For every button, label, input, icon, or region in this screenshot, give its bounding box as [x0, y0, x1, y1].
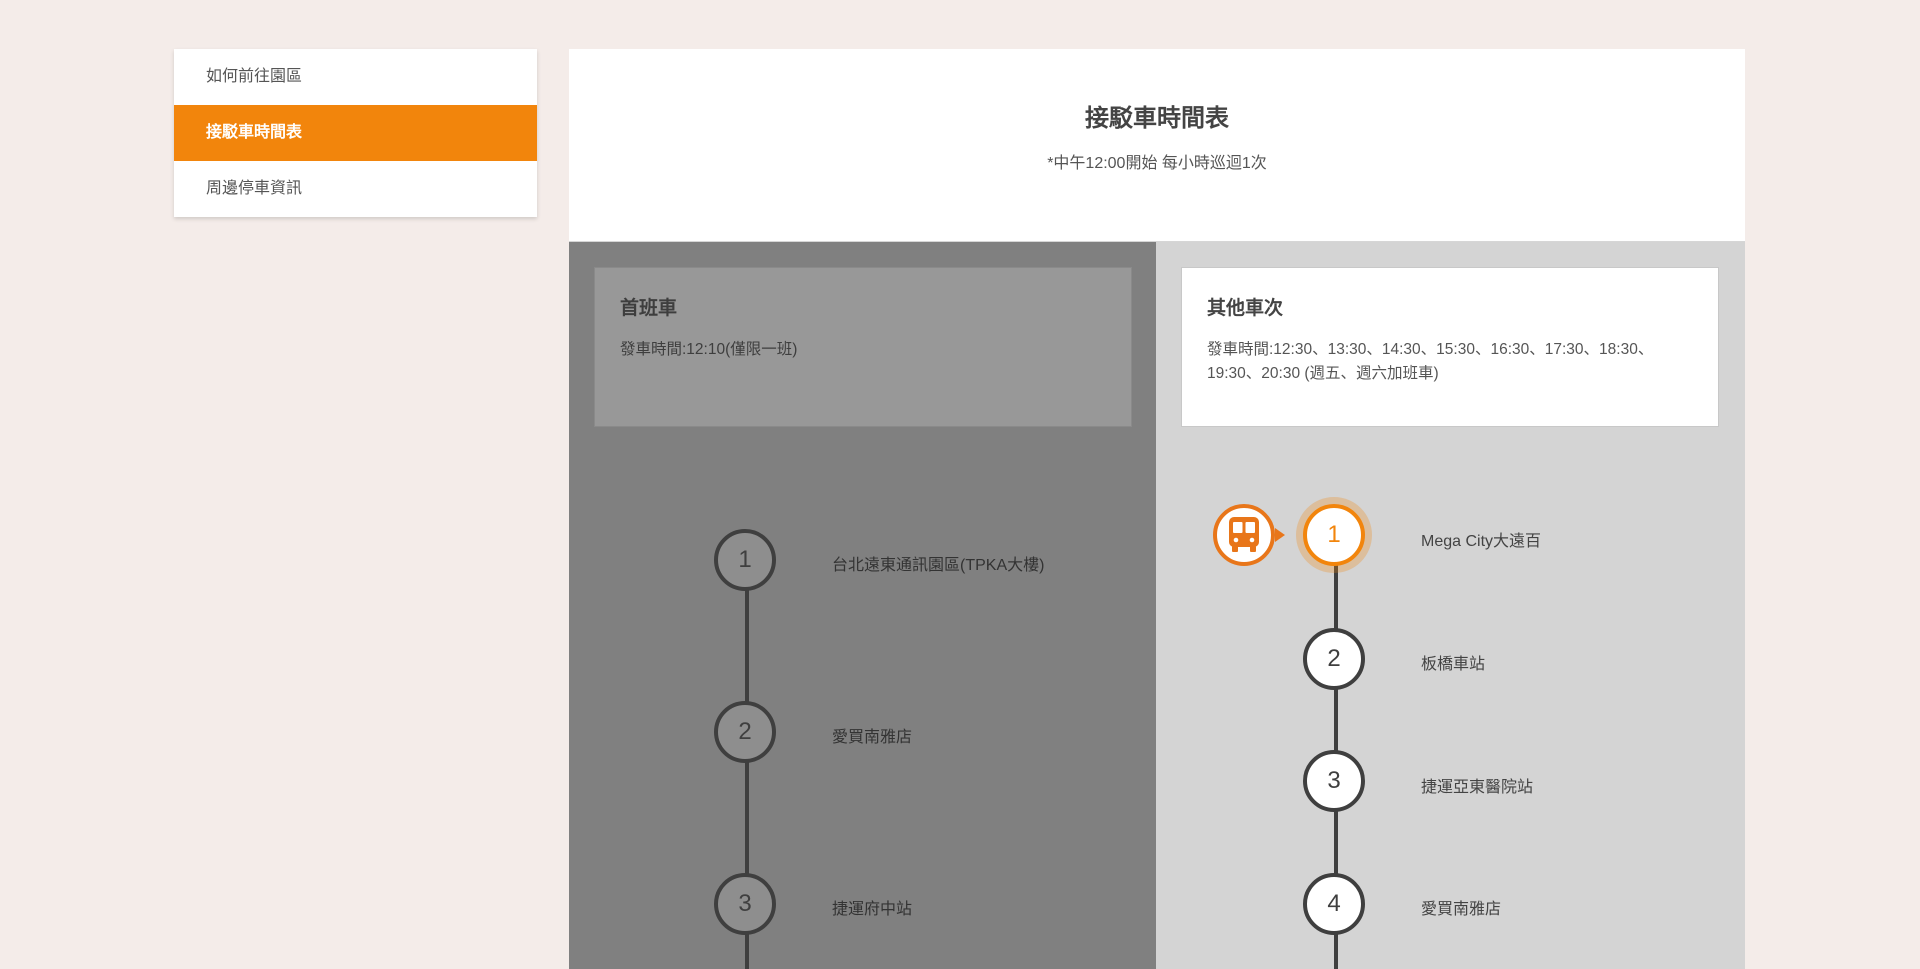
stop-marker: 1 [714, 529, 776, 591]
stop-marker-current: 1 [1303, 504, 1365, 566]
bus-pointer-icon [1275, 528, 1285, 542]
stop-name: 捷運亞東醫院站 [1421, 779, 1534, 796]
stop-name: 捷運府中站 [832, 901, 913, 918]
sidebar-item-directions[interactable]: 如何前往園區 [174, 49, 537, 105]
stop-marker: 4 [1303, 873, 1365, 935]
sidebar-nav: 如何前往園區 接駁車時間表 周邊停車資訊 [174, 49, 537, 217]
other-bus-column: 其他車次 發車時間:12:30、13:30、14:30、15:30、16:30、… [1156, 242, 1745, 969]
stop-name: Mega City大遠百 [1421, 533, 1542, 550]
page-title: 接駁車時間表 [1085, 105, 1229, 132]
schedule-header: 接駁車時間表 *中午12:00開始 每小時巡迴1次 [569, 49, 1745, 242]
first-bus-route: 1 台北遠東通訊園區(TPKA大樓) 2 愛買南雅店 3 捷運府中站 [569, 242, 1156, 969]
stop-name: 台北遠東通訊園區(TPKA大樓) [832, 557, 1045, 574]
bus-icon [1213, 504, 1275, 566]
stop-marker: 3 [714, 873, 776, 935]
first-bus-column: 首班車 發車時間:12:10(僅限一班) 1 台北遠東通訊園區(TPKA大樓) … [569, 242, 1156, 969]
stop-marker: 3 [1303, 750, 1365, 812]
sidebar-item-parking-info[interactable]: 周邊停車資訊 [174, 161, 537, 217]
stop-name: 愛買南雅店 [1421, 901, 1502, 918]
sidebar-item-shuttle-schedule[interactable]: 接駁車時間表 [174, 105, 537, 161]
stop-marker: 2 [1303, 628, 1365, 690]
stop-name: 愛買南雅店 [832, 729, 913, 746]
other-bus-route: 1 Mega City大遠百 2 板橋車站 3 捷運亞東醫院站 4 愛買南雅店 [1156, 242, 1745, 969]
stop-marker: 2 [714, 701, 776, 763]
stop-name: 板橋車站 [1421, 656, 1486, 673]
main-content: 接駁車時間表 *中午12:00開始 每小時巡迴1次 首班車 發車時間:12:10… [569, 49, 1745, 969]
schedule-note: *中午12:00開始 每小時巡迴1次 [1047, 155, 1267, 172]
